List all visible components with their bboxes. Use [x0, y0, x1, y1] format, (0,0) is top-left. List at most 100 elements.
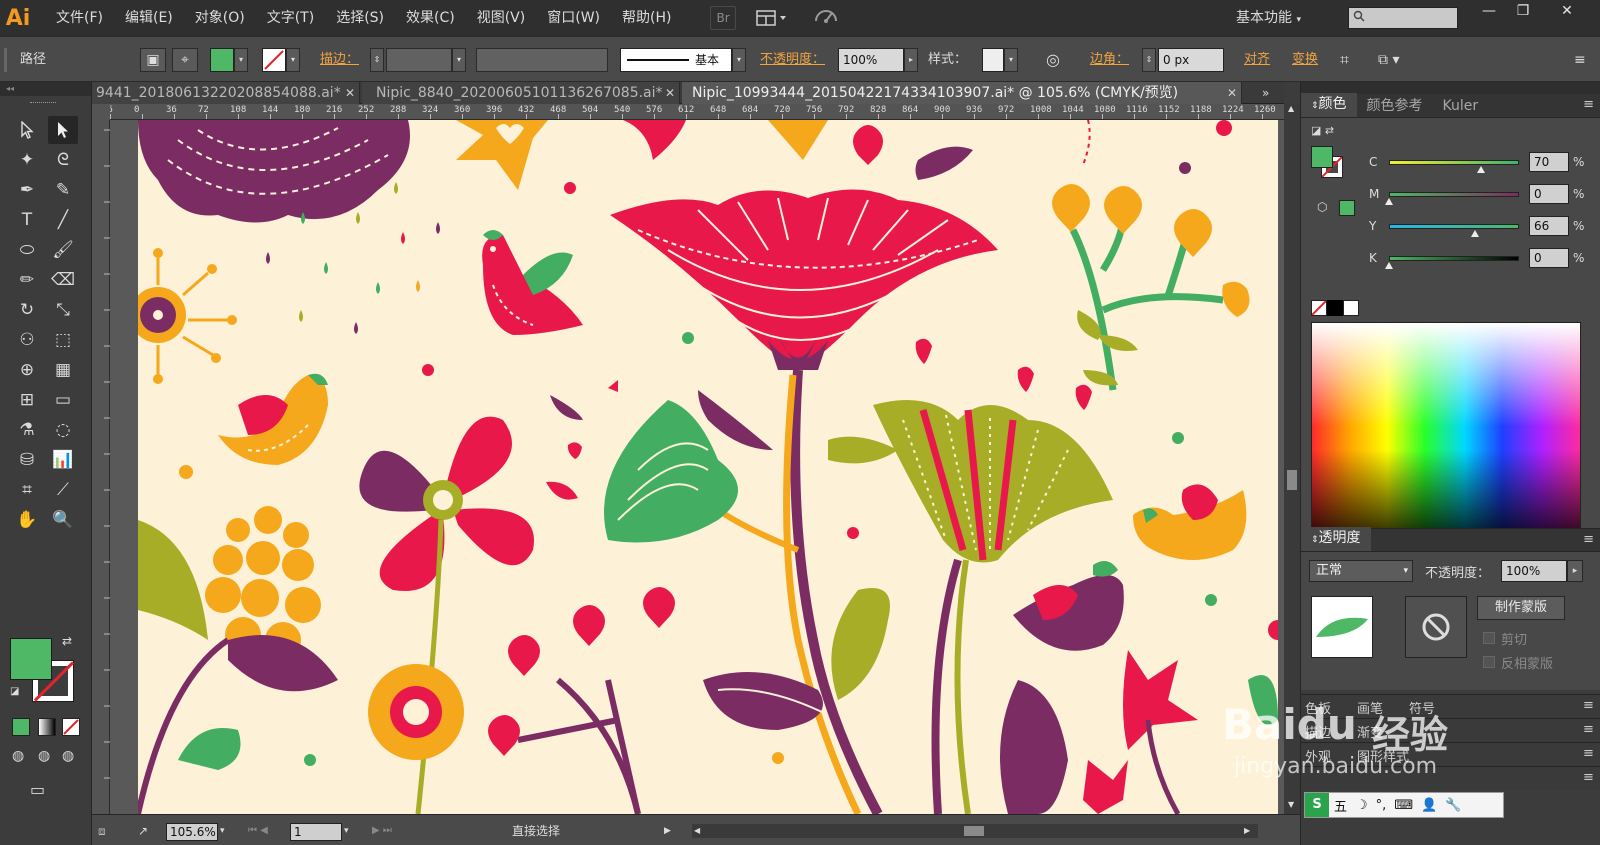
- opacity-slider-arrow[interactable]: ▸: [1567, 560, 1583, 582]
- draw-behind-icon[interactable]: ◍: [38, 748, 50, 764]
- panel-tab-gradient[interactable]: 渐变: [1357, 722, 1383, 741]
- artboard-tool-icon[interactable]: ⌗: [12, 476, 42, 504]
- stroke-label[interactable]: 描边：: [320, 48, 359, 72]
- swatches-brushes-symbols-panel[interactable]: 色板 画笔 符号 ≡: [1301, 694, 1600, 718]
- more-tabs-icon[interactable]: »: [1262, 82, 1269, 104]
- panel-menu-icon[interactable]: ≡: [1583, 97, 1594, 112]
- scroll-left-arrow[interactable]: ◀: [694, 824, 700, 838]
- status-menu-arrow[interactable]: ▶: [664, 823, 678, 841]
- menu-edit[interactable]: 编辑(E): [114, 0, 184, 36]
- transform-button[interactable]: 变换: [1292, 48, 1318, 72]
- panel-menu-icon[interactable]: ≡: [1574, 48, 1594, 72]
- menu-object[interactable]: 对象(O): [184, 0, 256, 36]
- panel-tab-symbols[interactable]: 符号: [1409, 698, 1435, 717]
- object-thumbnail[interactable]: [1311, 596, 1373, 658]
- yellow-track[interactable]: [1389, 224, 1519, 229]
- make-mask-button[interactable]: 制作蒙版: [1477, 596, 1565, 620]
- panel-menu-icon[interactable]: ≡: [1583, 746, 1594, 761]
- vertical-scroll-thumb[interactable]: [1287, 470, 1297, 490]
- fill-color-box[interactable]: [10, 638, 52, 680]
- close-window-button[interactable]: ✕: [1552, 0, 1582, 22]
- floral-artwork[interactable]: [138, 120, 1278, 814]
- tab-color-guide[interactable]: 颜色参考: [1357, 95, 1433, 117]
- tab-kuler[interactable]: Kuler: [1433, 95, 1489, 117]
- symbol-sprayer-tool-icon[interactable]: ⛁: [12, 446, 42, 474]
- vertical-scrollbar[interactable]: ▲ ▼: [1284, 104, 1300, 814]
- line-tool-icon[interactable]: ╱: [48, 206, 78, 234]
- magenta-track[interactable]: [1389, 192, 1519, 197]
- fill-dropdown[interactable]: ▾: [234, 48, 248, 72]
- close-tab-icon[interactable]: ✕: [1227, 82, 1237, 104]
- none-mode-icon[interactable]: [62, 718, 80, 736]
- ruler-origin[interactable]: [92, 104, 110, 120]
- invert-mask-checkbox[interactable]: [1483, 656, 1495, 668]
- selection-tool-icon[interactable]: [12, 116, 42, 144]
- color-mode-icon[interactable]: [12, 718, 30, 736]
- mesh-tool-icon[interactable]: ⊞: [12, 386, 42, 414]
- cyan-value-field[interactable]: 70: [1529, 152, 1569, 172]
- document-tab-1[interactable]: 9441_20180613220208854088.ai* ✕: [92, 82, 360, 104]
- menu-window[interactable]: 窗口(W): [536, 0, 611, 36]
- column-graph-tool-icon[interactable]: 📊: [48, 446, 78, 474]
- curvature-tool-icon[interactable]: ✎: [48, 176, 78, 204]
- opacity-field[interactable]: 100%: [838, 48, 904, 72]
- menu-view[interactable]: 视图(V): [466, 0, 537, 36]
- blend-mode-select[interactable]: 正常 ▾: [1309, 560, 1413, 582]
- artboard-number-field[interactable]: 1: [290, 823, 342, 841]
- magenta-slider[interactable]: M 0 %: [1301, 184, 1600, 206]
- screen-mode-icon[interactable]: ▭: [30, 780, 45, 799]
- magenta-knob[interactable]: [1385, 198, 1393, 205]
- type-tool-icon[interactable]: T: [12, 206, 42, 234]
- align-button[interactable]: 对齐: [1244, 48, 1270, 72]
- scroll-down-arrow[interactable]: ▼: [1288, 800, 1294, 809]
- rotate-tool-icon[interactable]: ↻: [12, 296, 42, 324]
- hand-tool-icon[interactable]: ✋: [12, 506, 42, 534]
- opacity-arrow[interactable]: ▸: [904, 48, 918, 72]
- yellow-knob[interactable]: [1471, 230, 1479, 237]
- width-tool-icon[interactable]: ⚇: [12, 326, 42, 354]
- user-icon[interactable]: 👤: [1417, 798, 1441, 813]
- panel-grip[interactable]: [30, 102, 56, 104]
- brush-definition-field[interactable]: 基本: [620, 48, 732, 72]
- color-spectrum[interactable]: [1311, 322, 1581, 554]
- canvas-area[interactable]: [110, 120, 1284, 814]
- current-tool-status[interactable]: 直接选择: [512, 823, 632, 841]
- paintbrush-tool-icon[interactable]: 🖌: [48, 236, 78, 264]
- ime-mode-wubi[interactable]: 五: [1329, 796, 1352, 815]
- cyan-slider[interactable]: C 70 %: [1301, 152, 1600, 174]
- fill-color-swatch[interactable]: [210, 48, 234, 72]
- shape-builder-tool-icon[interactable]: ⊕: [12, 356, 42, 384]
- horizontal-scrollbar[interactable]: ◀ ▶: [692, 824, 1258, 838]
- tab-transparency[interactable]: ⇕透明度: [1301, 527, 1371, 551]
- isolate-selected-icon[interactable]: ⌗: [1340, 48, 1364, 72]
- eyedropper-tool-icon[interactable]: ⚗: [12, 416, 42, 444]
- next-last-artboard-icons[interactable]: ▶ ⏭: [372, 823, 412, 841]
- menu-file[interactable]: 文件(F): [36, 0, 114, 36]
- panel-tab-brushes[interactable]: 画笔: [1357, 698, 1383, 717]
- black-swatch[interactable]: [1327, 300, 1343, 316]
- black-value-field[interactable]: 0: [1529, 248, 1569, 268]
- stroke-dropdown[interactable]: ▾: [286, 48, 300, 72]
- menu-effect[interactable]: 效果(C): [395, 0, 466, 36]
- variable-width-profile[interactable]: [476, 48, 608, 72]
- scale-tool-icon[interactable]: ⤡: [48, 296, 78, 324]
- ime-toolbar[interactable]: S 五 ☽ °, ⌨ 👤 🔧: [1304, 792, 1504, 818]
- panel-tab-graphic-styles[interactable]: 图形样式: [1357, 746, 1409, 765]
- ellipse-tool-icon[interactable]: ⬭: [12, 236, 42, 264]
- stroke-weight-dropdown[interactable]: ▾: [452, 48, 466, 72]
- punctuation-icon[interactable]: °,: [1372, 798, 1391, 813]
- workspace-switcher[interactable]: 基本功能 ▾: [1236, 0, 1301, 36]
- zoom-dropdown[interactable]: ▾: [220, 823, 234, 841]
- keyboard-icon[interactable]: ⌨: [1390, 798, 1417, 813]
- artboard[interactable]: [138, 120, 1278, 814]
- black-track[interactable]: [1389, 256, 1519, 261]
- close-tab-icon[interactable]: ✕: [345, 82, 355, 104]
- vertical-ruler[interactable]: [92, 120, 110, 814]
- maximize-button[interactable]: ❐: [1508, 0, 1538, 22]
- swap-fill-stroke-icon[interactable]: ⇄: [62, 634, 72, 648]
- artboard-dropdown[interactable]: ▾: [344, 823, 358, 841]
- lasso-tool-icon[interactable]: ᘓ: [48, 146, 78, 174]
- black-knob[interactable]: [1385, 262, 1393, 269]
- panel-menu-icon[interactable]: ≡: [1583, 770, 1594, 785]
- panel-tab-appearance[interactable]: 外观: [1305, 746, 1331, 765]
